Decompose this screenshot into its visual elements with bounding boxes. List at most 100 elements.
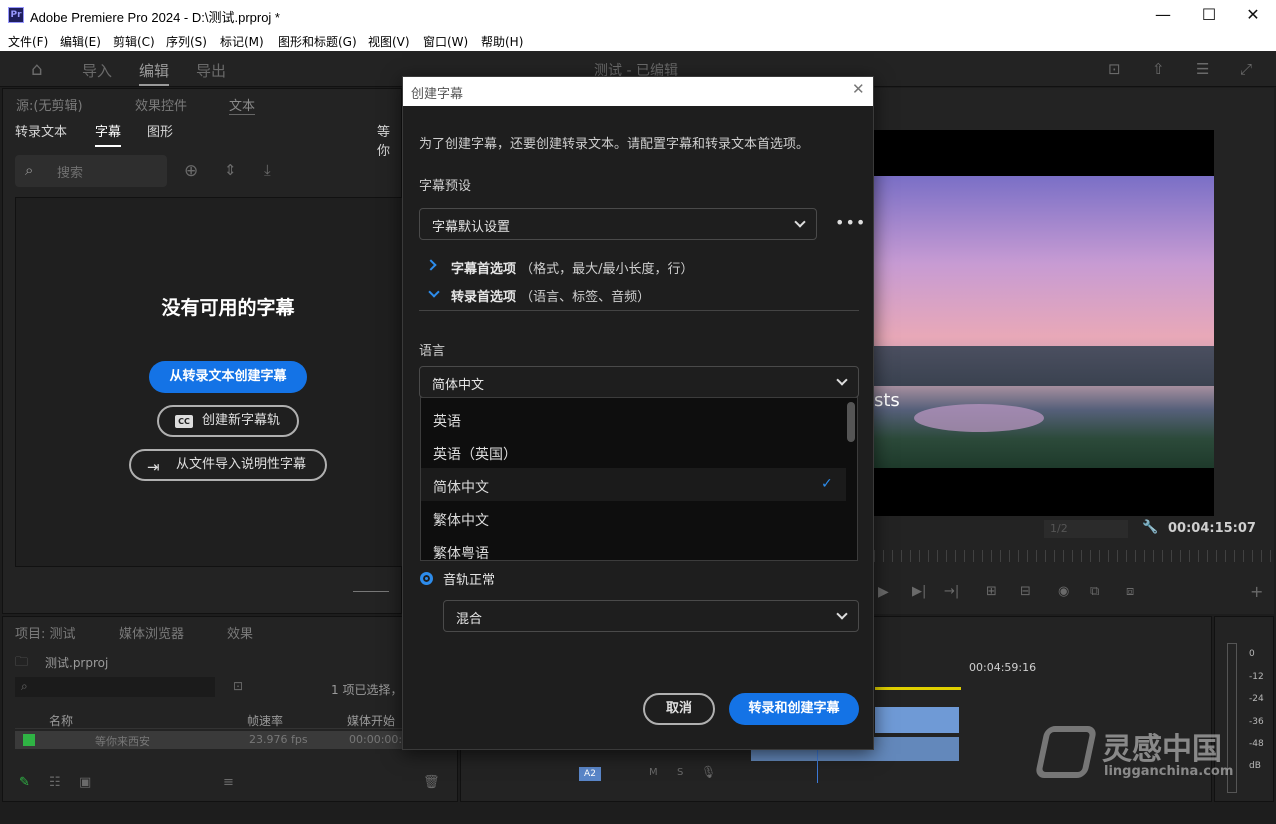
button-editor-icon[interactable]: +: [1250, 582, 1263, 601]
option-cantonese[interactable]: 繁体粤语: [421, 534, 846, 560]
caption-overlay-text: sts: [874, 390, 900, 411]
transcript-prefs-toggle[interactable]: 转录首选项 （语言、标签、音频）: [451, 286, 650, 305]
search-icon: ⌕: [25, 161, 34, 179]
import-file-icon: ⇥: [147, 458, 160, 476]
bin-icon[interactable]: ⊡: [233, 679, 243, 693]
tab-text[interactable]: 文本: [229, 95, 256, 115]
meter-12: -12: [1249, 672, 1264, 682]
menu-markers[interactable]: 标记(M): [220, 33, 264, 50]
wrench-icon[interactable]: 🔧: [1142, 520, 1158, 535]
subtab-transcript[interactable]: 转录文本: [15, 121, 67, 140]
quick-export-icon[interactable]: ⊡: [1108, 60, 1121, 78]
zoom-select[interactable]: 1/2: [1044, 520, 1128, 538]
lake-reflection: [914, 404, 1044, 432]
comparison-icon[interactable]: ⧉: [1090, 584, 1099, 599]
chevron-down-icon: [836, 608, 848, 620]
watermark: 灵感中国 lingganchina.com: [1034, 722, 1260, 782]
maximize-button[interactable]: ☐: [1186, 4, 1232, 26]
tab-media-browser[interactable]: 媒体浏览器: [119, 623, 184, 642]
caption-prefs-detail: （格式，最大/最小长度，行）: [520, 262, 694, 277]
menu-view[interactable]: 视图(V): [368, 33, 410, 50]
dropdown-scrollbar[interactable]: [847, 402, 855, 442]
chevron-down-icon[interactable]: [428, 286, 440, 298]
share-icon[interactable]: ⇧: [1152, 60, 1165, 78]
new-caption-track-button[interactable]: CC 创建新字幕轨: [157, 405, 299, 437]
preset-select[interactable]: 字幕默认设置: [419, 208, 817, 240]
selection-count: 1 项已选择，: [331, 683, 403, 697]
play-icon[interactable]: ▶: [878, 584, 889, 600]
chevron-down-icon: [836, 374, 848, 386]
nav-export[interactable]: 导出: [196, 60, 226, 81]
col-fps[interactable]: 帧速率: [247, 712, 283, 729]
video-clip[interactable]: [875, 707, 959, 733]
project-search-input[interactable]: ⌕: [15, 677, 215, 697]
more-options-icon[interactable]: •••: [835, 213, 866, 232]
step-forward-icon[interactable]: ▶|: [912, 584, 926, 599]
audio-radio-label: 音轨正常: [443, 573, 496, 588]
camera-icon[interactable]: ◉: [1058, 584, 1069, 599]
lift-icon[interactable]: ⊞: [986, 584, 997, 599]
option-traditional-chinese[interactable]: 繁体中文: [421, 501, 846, 534]
option-english-uk[interactable]: 英语（英国）: [421, 435, 846, 468]
trash-icon[interactable]: 🗑: [423, 775, 440, 790]
go-to-out-icon[interactable]: →|: [944, 584, 959, 599]
work-area-bar[interactable]: [875, 687, 961, 690]
extract-icon[interactable]: ⊟: [1020, 584, 1031, 599]
menu-clip[interactable]: 剪辑(C): [113, 33, 155, 50]
home-icon[interactable]: ⌂: [31, 59, 42, 80]
icon-view-icon[interactable]: ▣: [79, 775, 91, 790]
menu-help[interactable]: 帮助(H): [481, 33, 523, 50]
caption-prefs-toggle[interactable]: 字幕首选项 （格式，最大/最小长度，行）: [451, 258, 694, 277]
language-select[interactable]: 简体中文: [419, 366, 859, 398]
table-row[interactable]: 等你来西安 23.976 fps 00:00:00:00: [15, 731, 416, 749]
menu-window[interactable]: 窗口(W): [423, 33, 468, 50]
subtab-graphics[interactable]: 图形: [147, 121, 173, 140]
subtab-overflow[interactable]: 等你: [377, 121, 401, 159]
monitor-ruler[interactable]: [874, 550, 1274, 562]
close-icon[interactable]: ✕: [852, 80, 865, 98]
tab-effect-controls[interactable]: 效果控件: [135, 95, 187, 114]
menu-edit[interactable]: 编辑(E): [60, 33, 101, 50]
list-view-icon[interactable]: ☷: [49, 775, 61, 790]
nav-import[interactable]: 导入: [82, 60, 112, 81]
nav-edit[interactable]: 编辑: [139, 60, 170, 86]
chevron-right-icon[interactable]: [425, 259, 437, 271]
tab-project[interactable]: 项目: 测试: [15, 623, 76, 642]
track-target-a2[interactable]: A2: [579, 767, 601, 781]
close-window-button[interactable]: ✕: [1230, 4, 1276, 26]
tab-source[interactable]: 源:(无剪辑): [16, 95, 83, 114]
subtab-captions[interactable]: 字幕: [95, 121, 122, 147]
search-input[interactable]: ⌕ 搜索: [15, 155, 167, 187]
workspaces-icon[interactable]: ☰: [1196, 60, 1209, 78]
import-captions-button[interactable]: ⇥ 从文件导入说明性字幕: [129, 449, 327, 481]
tab-effects[interactable]: 效果: [227, 623, 253, 642]
mute-button[interactable]: M: [649, 767, 658, 778]
minimize-button[interactable]: —: [1140, 4, 1186, 26]
transcribe-create-button[interactable]: 转录和创建字幕: [729, 693, 859, 725]
menu-file[interactable]: 文件(F): [8, 33, 48, 50]
fullscreen-icon[interactable]: ⤢: [1240, 60, 1252, 78]
col-name[interactable]: 名称: [49, 712, 73, 729]
preset-value: 字幕默认设置: [432, 220, 511, 235]
watermark-logo: [1034, 726, 1098, 778]
option-simplified-chinese[interactable]: 简体中文 ✓: [421, 468, 846, 501]
dialog-intro: 为了创建字幕，还要创建转录文本。请配置字幕和转录文本首选项。: [419, 137, 810, 152]
cancel-button[interactable]: 取消: [643, 693, 715, 725]
pencil-icon[interactable]: ✎: [19, 775, 30, 790]
microphone-icon[interactable]: 🎙: [701, 765, 716, 779]
menu-graphics[interactable]: 图形和标题(G): [278, 33, 357, 50]
create-from-transcript-button[interactable]: 从转录文本创建字幕: [149, 361, 307, 393]
audio-radio[interactable]: [420, 572, 433, 585]
vr-icon[interactable]: ⧈: [1126, 584, 1134, 599]
solo-button[interactable]: S: [677, 767, 683, 778]
zoom-slider[interactable]: [353, 591, 389, 592]
option-english[interactable]: 英语: [421, 402, 846, 435]
expand-icon[interactable]: ⇕: [224, 161, 237, 179]
menu-bar: 文件(F) 编辑(E) 剪辑(C) 序列(S) 标记(M) 图形和标题(G) 视…: [0, 30, 1276, 51]
collapse-icon[interactable]: ⤓: [264, 161, 271, 179]
col-media-start[interactable]: 媒体开始: [347, 712, 395, 729]
sort-icon[interactable]: ≡: [223, 775, 234, 790]
add-icon[interactable]: ⊕: [184, 161, 198, 181]
menu-sequence[interactable]: 序列(S): [166, 33, 207, 50]
mix-select[interactable]: 混合: [443, 600, 859, 632]
